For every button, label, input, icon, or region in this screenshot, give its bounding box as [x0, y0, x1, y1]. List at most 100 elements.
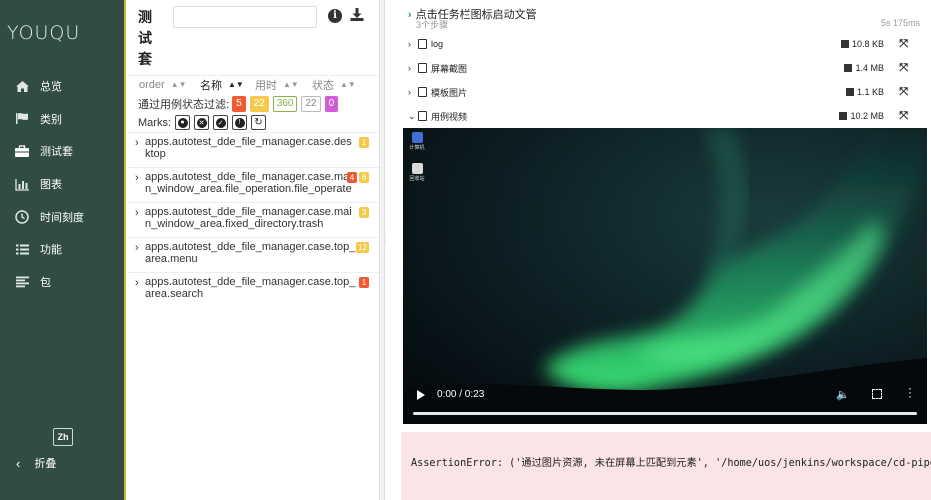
video-progress-track[interactable] — [413, 412, 917, 415]
sort-duration-label: 用时 — [255, 79, 277, 92]
attachment-size: 1.1 KB — [845, 87, 884, 97]
desktop-icon-trash[interactable]: 回收站 — [409, 163, 425, 182]
desktop-icon-label: 计算机 — [409, 145, 425, 151]
sort-name[interactable]: 名称 ▲▼ — [190, 77, 246, 93]
mark-new-passed-button[interactable]: ✓ — [213, 115, 228, 130]
mark-flaky-button[interactable]: ● — [175, 115, 190, 130]
volume-icon[interactable]: 🔈 — [836, 388, 850, 401]
clock-icon — [13, 209, 31, 225]
language-toggle[interactable]: Zh — [53, 428, 73, 446]
status-filter-badge[interactable]: 360 — [272, 96, 298, 112]
sidebar-item-suites[interactable]: 测试套 — [0, 135, 124, 168]
status-count-badge: 1 — [359, 277, 369, 288]
info-icon[interactable]: i — [328, 9, 342, 23]
sort-status[interactable]: 状态 ▲▼ — [303, 77, 363, 93]
play-icon[interactable] — [417, 390, 425, 400]
case-name: apps.autotest_dde_file_manager.case.main… — [145, 171, 352, 195]
attachment-size: 10.8 KB — [840, 39, 884, 49]
list-item[interactable]: › apps.autotest_dde_file_manager.case.top… — [128, 272, 379, 307]
chevron-right-icon: › — [408, 87, 411, 97]
sidebar-item-timeline[interactable]: 时间刻度 — [0, 200, 124, 233]
sidebar-item-label: 测试套 — [40, 146, 73, 159]
marks-filter: Marks: ● ✕ ✓ ! ↻ — [138, 115, 266, 130]
attachment-screenshot[interactable]: › 屏幕截图 1.4 MB ⤧ — [408, 57, 908, 79]
sidebar-item-packages[interactable]: 包 — [0, 266, 124, 299]
error-message: AssertionError: ('通过图片资源, 未在屏幕上匹配到元素', '… — [401, 432, 931, 500]
list-item[interactable]: › apps.autotest_dde_file_manager.case.des… — [128, 132, 379, 167]
desktop-icon-computer[interactable]: 计算机 — [409, 132, 425, 151]
sidebar-item-behaviors[interactable]: 功能 — [0, 233, 124, 266]
attachment-size-value: 10.2 MB — [850, 111, 884, 121]
attachment-name: log — [431, 39, 444, 49]
status-count-badge: 6 — [359, 172, 369, 183]
align-left-icon — [13, 274, 31, 290]
sort-order-label: order — [139, 78, 165, 91]
logo: YOUQU — [7, 22, 81, 44]
expand-icon[interactable]: ⤧ — [899, 38, 908, 51]
status-filter-label: 通过用例状态过滤: — [138, 99, 230, 111]
case-name: apps.autotest_dde_file_manager.case.top_… — [145, 241, 356, 265]
expand-icon[interactable]: ⤧ — [899, 62, 908, 75]
fullscreen-icon[interactable] — [872, 389, 882, 399]
desktop-icon-label: 回收站 — [409, 176, 425, 182]
chevron-left-icon: ‹ — [16, 455, 21, 471]
status-filter-badge[interactable]: 22 — [249, 96, 269, 112]
status-count-badge: 12 — [356, 242, 369, 253]
chevron-right-icon: › — [408, 39, 411, 49]
video-player[interactable]: 计算机 回收站 0:00 / 0:23 🔈 · · · — [403, 128, 927, 424]
chevron-right-icon: › — [135, 207, 139, 219]
mark-new-failed-button[interactable]: ✕ — [194, 115, 209, 130]
list-item[interactable]: › apps.autotest_dde_file_manager.case.top… — [128, 237, 379, 272]
sort-arrows-icon: ▲▼ — [228, 80, 244, 89]
mark-new-broken-button[interactable]: ! — [232, 115, 247, 130]
bomb-icon: ● — [177, 117, 188, 128]
file-video-icon — [418, 111, 427, 121]
sidebar-item-label: 图表 — [40, 179, 62, 192]
attachment-name: 用例视频 — [431, 111, 468, 122]
status-filter-badge[interactable]: 22 — [301, 96, 321, 112]
case-status-counts: 1 — [357, 277, 369, 288]
sort-arrows-icon: ▲▼ — [340, 80, 356, 89]
sidebar-item-overview[interactable]: 总览 — [0, 70, 124, 103]
file-image-icon — [418, 63, 427, 73]
attachment-log[interactable]: › log 10.8 KB ⤧ — [408, 33, 908, 55]
disk-icon — [840, 40, 849, 48]
video-controls: 0:00 / 0:23 🔈 · · · — [403, 379, 927, 424]
case-name: apps.autotest_dde_file_manager.case.main… — [145, 206, 352, 230]
sort-arrows-icon: ▲▼ — [283, 80, 299, 89]
sidebar-item-label: 时间刻度 — [40, 211, 84, 224]
sidebar-item-graphs[interactable]: 图表 — [0, 168, 124, 201]
download-icon[interactable] — [350, 8, 364, 24]
sort-name-label: 名称 — [200, 79, 222, 92]
attachment-video[interactable]: ⌄ 用例视频 10.2 MB ⤧ — [408, 105, 908, 127]
refresh-icon: ↻ — [253, 117, 264, 128]
status-count-badge: 4 — [347, 172, 357, 183]
home-icon — [13, 78, 31, 94]
list-item[interactable]: › apps.autotest_dde_file_manager.case.mai… — [128, 202, 379, 237]
collapse-button[interactable]: ‹ 折叠 — [16, 455, 56, 471]
status-filter-badge[interactable]: 5 — [232, 96, 246, 112]
chevron-down-icon: ⌄ — [408, 110, 416, 121]
sort-duration[interactable]: 用时 ▲▼ — [246, 77, 303, 93]
step-count: 3个步骤 — [416, 20, 449, 30]
check-circle-icon: ✓ — [215, 117, 226, 128]
list-icon — [13, 241, 31, 257]
mark-retries-button[interactable]: ↻ — [251, 115, 266, 130]
sort-order[interactable]: order ▲▼ — [128, 79, 190, 91]
panel-splitter[interactable]: ⋮ — [379, 0, 391, 500]
search-input[interactable] — [173, 6, 317, 28]
disk-icon — [844, 64, 853, 72]
expand-icon[interactable]: ⤧ — [899, 110, 908, 123]
page-title: 测试套 — [138, 9, 152, 67]
status-filter-badge[interactable]: 0 — [324, 96, 339, 112]
attachment-template[interactable]: › 模板图片 1.1 KB ⤧ — [408, 81, 908, 103]
marks-label: Marks: — [138, 116, 171, 129]
chevron-right-icon: › — [135, 137, 139, 149]
collapse-label: 折叠 — [34, 458, 57, 470]
expand-icon[interactable]: ⤧ — [899, 86, 908, 99]
sidebar-item-categories[interactable]: 类别 — [0, 103, 124, 136]
status-filter: 通过用例状态过滤: 5 22 360 22 0 — [138, 96, 342, 112]
case-name: apps.autotest_dde_file_manager.case.desk… — [145, 136, 352, 160]
more-vertical-icon[interactable]: · · · — [908, 382, 912, 402]
list-item[interactable]: › apps.autotest_dde_file_manager.case.mai… — [128, 167, 379, 202]
